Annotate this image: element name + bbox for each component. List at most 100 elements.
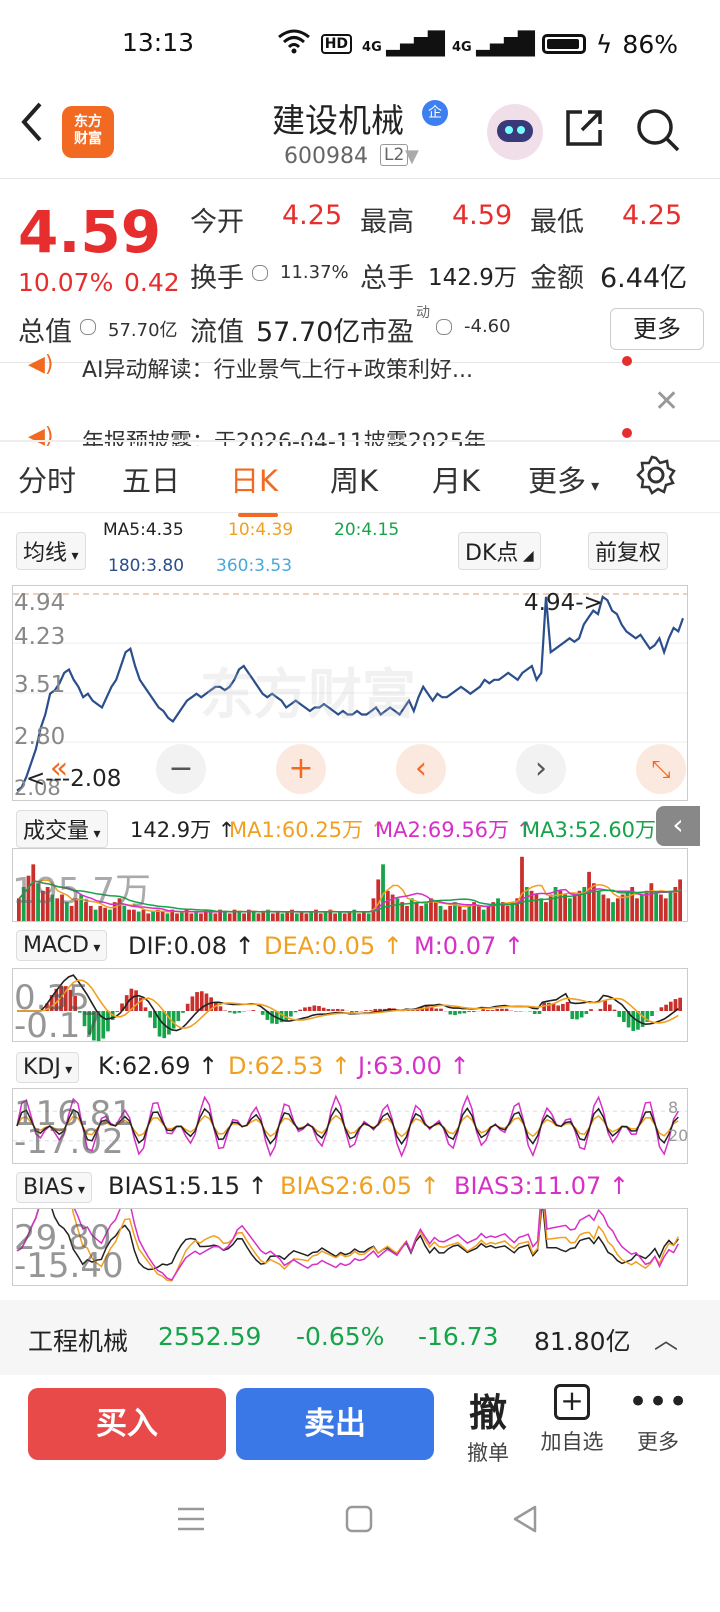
more-actions-button[interactable]: ••• 更多 bbox=[628, 1384, 688, 1456]
volume-bar bbox=[663, 898, 668, 921]
enterprise-badge: 企 bbox=[422, 100, 448, 126]
ai-assistant-icon[interactable] bbox=[487, 104, 543, 160]
tab-more[interactable]: 更多 ▾ bbox=[528, 458, 599, 500]
info-icon[interactable] bbox=[80, 316, 96, 335]
tab-weekly-k[interactable]: 周K bbox=[330, 458, 378, 500]
volume-bar bbox=[189, 913, 194, 921]
tab-monthly-k[interactable]: 月K bbox=[432, 458, 480, 500]
buy-button[interactable]: 买入 bbox=[28, 1388, 226, 1460]
system-nav-bar bbox=[0, 1480, 720, 1612]
zoom-in-button[interactable]: + bbox=[276, 744, 326, 794]
volume-bar bbox=[333, 913, 338, 921]
volume-bar bbox=[486, 905, 491, 921]
volume-bar bbox=[496, 898, 500, 921]
macd-bar bbox=[134, 990, 138, 1011]
scroll-right-button[interactable]: › bbox=[516, 744, 566, 794]
macd-bar bbox=[565, 1001, 570, 1011]
fullscreen-icon[interactable]: ⤡ bbox=[636, 744, 686, 794]
zoom-out-button[interactable]: − bbox=[156, 744, 206, 794]
macd-m: M:0.07 ↑ bbox=[414, 932, 524, 960]
volume-bar bbox=[160, 911, 165, 921]
share-icon[interactable] bbox=[562, 106, 606, 160]
back-button[interactable] bbox=[18, 100, 46, 155]
volume-bar bbox=[342, 913, 347, 921]
add-watchlist-button[interactable]: + 加自选 bbox=[534, 1384, 610, 1456]
bias-select[interactable]: BIAS ▾ bbox=[16, 1172, 93, 1203]
macd-select[interactable]: MACD ▾ bbox=[16, 930, 108, 961]
menu-icon[interactable] bbox=[176, 1504, 206, 1538]
charging-icon: ϟ bbox=[595, 29, 613, 59]
collapse-panel-icon[interactable]: ‹ bbox=[656, 806, 700, 846]
back-nav-icon[interactable] bbox=[510, 1504, 540, 1538]
volume-select[interactable]: 成交量 ▾ bbox=[16, 810, 108, 848]
tab-intraday[interactable]: 分时 bbox=[18, 458, 76, 500]
sector-price: 2552.59 bbox=[158, 1322, 262, 1351]
tab-five-day[interactable]: 五日 bbox=[122, 458, 180, 500]
macd-bar bbox=[462, 1011, 467, 1014]
macd-bar bbox=[176, 1011, 181, 1022]
macd-bar bbox=[495, 1008, 500, 1011]
macd-dea: DEA:0.05 ↑ bbox=[264, 932, 403, 960]
sell-button[interactable]: 卖出 bbox=[236, 1388, 434, 1460]
wifi-icon bbox=[277, 28, 311, 60]
macd-bar bbox=[457, 1011, 462, 1014]
kdj-select[interactable]: KDJ ▾ bbox=[16, 1052, 80, 1083]
info-icon[interactable] bbox=[436, 316, 452, 335]
pe-value: -4.60 bbox=[464, 316, 511, 337]
macd-bar bbox=[293, 1011, 298, 1013]
kdj-side-bot: 20 bbox=[668, 1126, 689, 1145]
macd-bar bbox=[218, 1006, 223, 1011]
news-item[interactable]: ◀) AI异动解读：行业景气上行+政策利好... bbox=[0, 352, 720, 386]
cancel-order-button[interactable]: 撤 撤单 bbox=[458, 1382, 518, 1467]
macd-chart[interactable] bbox=[12, 968, 688, 1042]
gear-icon[interactable] bbox=[636, 455, 676, 499]
volume-bar bbox=[323, 911, 328, 921]
volume-bar bbox=[194, 911, 199, 921]
macd-bar bbox=[410, 1010, 415, 1011]
volume-bar bbox=[261, 911, 266, 921]
volume-bar bbox=[179, 911, 184, 921]
news-item[interactable]: ◀) 年报预披露：于2026-04-11披露2025年 bbox=[0, 424, 720, 446]
macd-bar bbox=[500, 1008, 504, 1011]
signal-icon-1: 4G ▂▄▆█ bbox=[362, 31, 445, 57]
volume-bar bbox=[587, 871, 591, 921]
scroll-left-fast-icon[interactable]: « bbox=[34, 744, 84, 794]
scroll-left-button[interactable]: ‹ bbox=[396, 744, 446, 794]
adjust-select[interactable]: 前复权 bbox=[588, 532, 669, 570]
more-button[interactable]: 更多 bbox=[610, 308, 704, 350]
battery-percent: 86% bbox=[622, 29, 678, 59]
volume-bar bbox=[520, 856, 524, 921]
change-percent: 10.07% bbox=[18, 268, 114, 297]
macd-bar bbox=[504, 1008, 509, 1011]
y-label: 4.23 bbox=[14, 624, 66, 650]
volume-bar bbox=[419, 905, 424, 921]
tab-daily-k[interactable]: 日K bbox=[230, 458, 278, 500]
home-icon[interactable] bbox=[344, 1504, 374, 1538]
open-value: 4.25 bbox=[282, 200, 343, 231]
volume-bar bbox=[505, 905, 510, 921]
macd-bar bbox=[612, 1009, 617, 1011]
divider bbox=[0, 440, 720, 442]
bias-1: BIAS1:5.15 ↑ bbox=[108, 1172, 268, 1200]
cancel-label: 撤单 bbox=[467, 1441, 509, 1465]
search-icon[interactable] bbox=[634, 106, 682, 164]
macd-bar bbox=[659, 1007, 664, 1011]
pe-label: 市盈 bbox=[360, 317, 414, 348]
sector-pct: -0.65% bbox=[296, 1322, 385, 1351]
chevron-down-icon[interactable]: ▼ bbox=[405, 146, 419, 167]
close-icon[interactable]: ✕ bbox=[654, 384, 679, 419]
active-tab-indicator bbox=[238, 513, 278, 517]
high-value: 4.59 bbox=[452, 200, 513, 231]
sector-bar[interactable]: 工程机械 2552.59 -0.65% -16.73 81.80亿 ︿ bbox=[0, 1300, 720, 1375]
macd-bar bbox=[622, 1011, 626, 1022]
chevron-up-icon[interactable]: ︿ bbox=[654, 1320, 678, 1355]
volume-bar bbox=[223, 911, 227, 921]
volume-bar bbox=[659, 894, 663, 921]
info-icon[interactable] bbox=[252, 262, 268, 281]
macd-bar bbox=[148, 1011, 153, 1018]
ma-select[interactable]: 均线 ▾ bbox=[16, 532, 86, 570]
dk-point-select[interactable]: DK点 ◢ bbox=[458, 532, 541, 570]
volume-bar bbox=[357, 913, 361, 921]
volume-bar bbox=[539, 898, 544, 921]
macd-bar bbox=[434, 1008, 439, 1011]
